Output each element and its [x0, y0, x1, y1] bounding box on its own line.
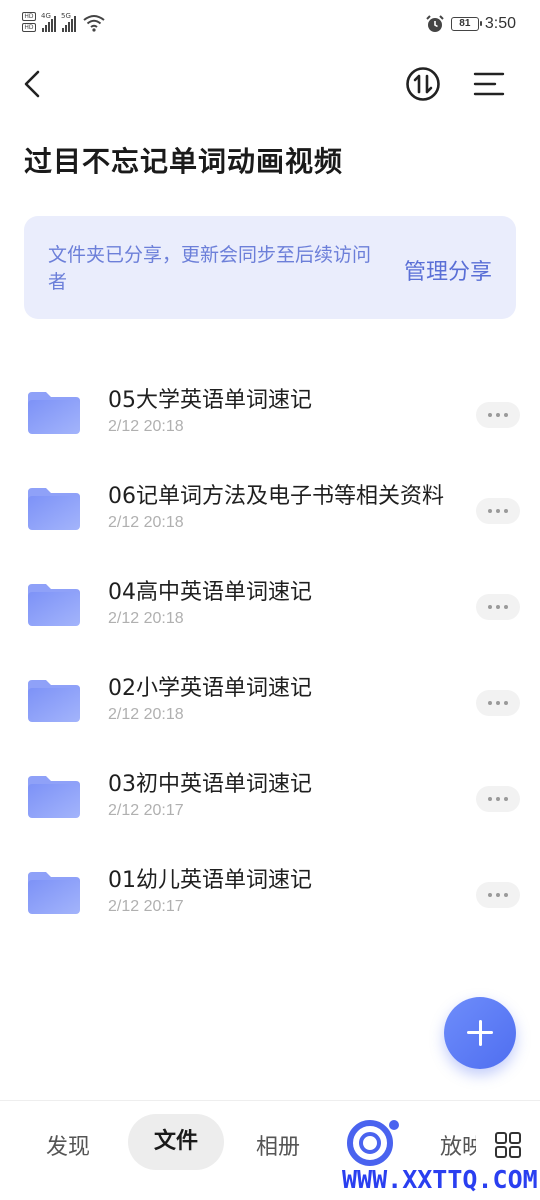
grid-icon[interactable]	[494, 1131, 522, 1159]
folder-row[interactable]: 01幼儿英语单词速记 2/12 20:17	[0, 846, 540, 942]
folder-date: 2/12 20:17	[108, 898, 184, 915]
folder-name: 01幼儿英语单词速记	[108, 868, 312, 893]
folder-date: 2/12 20:18	[108, 706, 184, 723]
watermark: WWW.XXTTQ.COM	[342, 1165, 538, 1194]
folder-icon	[28, 488, 80, 530]
folder-date: 2/12 20:18	[108, 418, 184, 435]
signal-icon: 4G	[41, 12, 56, 32]
alarm-icon	[426, 15, 444, 32]
wifi-icon	[83, 15, 105, 32]
folder-icon	[28, 584, 80, 626]
folder-date: 2/12 20:18	[108, 610, 184, 627]
folder-row[interactable]: 02小学英语单词速记 2/12 20:18	[0, 654, 540, 750]
network-type-label: 5G	[61, 12, 71, 20]
share-banner: 文件夹已分享，更新会同步至后续访问者 管理分享	[24, 216, 516, 319]
folder-row[interactable]: 05大学英语单词速记 2/12 20:18	[0, 366, 540, 462]
more-options-button[interactable]	[476, 786, 520, 812]
more-options-button[interactable]	[476, 882, 520, 908]
tab-playback[interactable]: 放映	[440, 1129, 476, 1161]
battery-level: 81	[459, 18, 471, 29]
folder-name: 06记单词方法及电子书等相关资料	[108, 484, 444, 509]
status-time: 3:50	[484, 15, 516, 32]
folder-date: 2/12 20:18	[108, 514, 184, 531]
hd-label: HD	[22, 23, 36, 32]
tab-files-label: 文件	[153, 1129, 198, 1154]
more-options-button[interactable]	[476, 594, 520, 620]
more-options-button[interactable]	[476, 402, 520, 428]
status-bar: HD HD 4G 5G 81 3:50	[0, 0, 540, 50]
signal-icon: 5G	[61, 12, 76, 32]
folder-name: 02小学英语单词速记	[108, 676, 312, 701]
folder-icon	[28, 392, 80, 434]
folder-icon	[28, 680, 80, 722]
tab-album[interactable]: 相册	[256, 1129, 300, 1161]
manage-share-button[interactable]: 管理分享	[404, 254, 492, 286]
more-options-button[interactable]	[476, 498, 520, 524]
status-right: 81 3:50	[425, 14, 516, 34]
folder-icon	[28, 872, 80, 914]
add-button[interactable]	[444, 997, 516, 1069]
logo-icon	[347, 1120, 399, 1166]
transfer-icon[interactable]	[405, 66, 441, 102]
chevron-left-icon[interactable]	[20, 66, 48, 102]
page-title: 过目不忘记单词动画视频	[24, 145, 344, 178]
hd-label: HD	[22, 12, 36, 21]
folder-name: 03初中英语单词速记	[108, 772, 312, 797]
tab-files[interactable]: 文件	[128, 1114, 224, 1170]
network-type-label: 4G	[41, 12, 51, 20]
folder-icon	[28, 776, 80, 818]
folder-name: 04高中英语单词速记	[108, 580, 312, 605]
tab-discover[interactable]: 发现	[46, 1129, 90, 1161]
bottom-nav: 发现 文件 相册 放映 WWW.XXTTQ.COM	[0, 1100, 540, 1200]
folder-row[interactable]: 03初中英语单词速记 2/12 20:17	[0, 750, 540, 846]
folder-name: 05大学英语单词速记	[108, 388, 312, 413]
share-notice-text: 文件夹已分享，更新会同步至后续访问者	[48, 244, 372, 293]
folder-row[interactable]: 06记单词方法及电子书等相关资料 2/12 20:18	[0, 462, 540, 558]
status-left: HD HD 4G 5G	[22, 12, 105, 32]
folder-date: 2/12 20:17	[108, 802, 184, 819]
menu-icon[interactable]	[472, 70, 506, 98]
folder-row[interactable]: 04高中英语单词速记 2/12 20:18	[0, 558, 540, 654]
more-options-button[interactable]	[476, 690, 520, 716]
battery-icon: 81	[450, 17, 482, 31]
hd-icon: HD HD	[22, 12, 36, 32]
